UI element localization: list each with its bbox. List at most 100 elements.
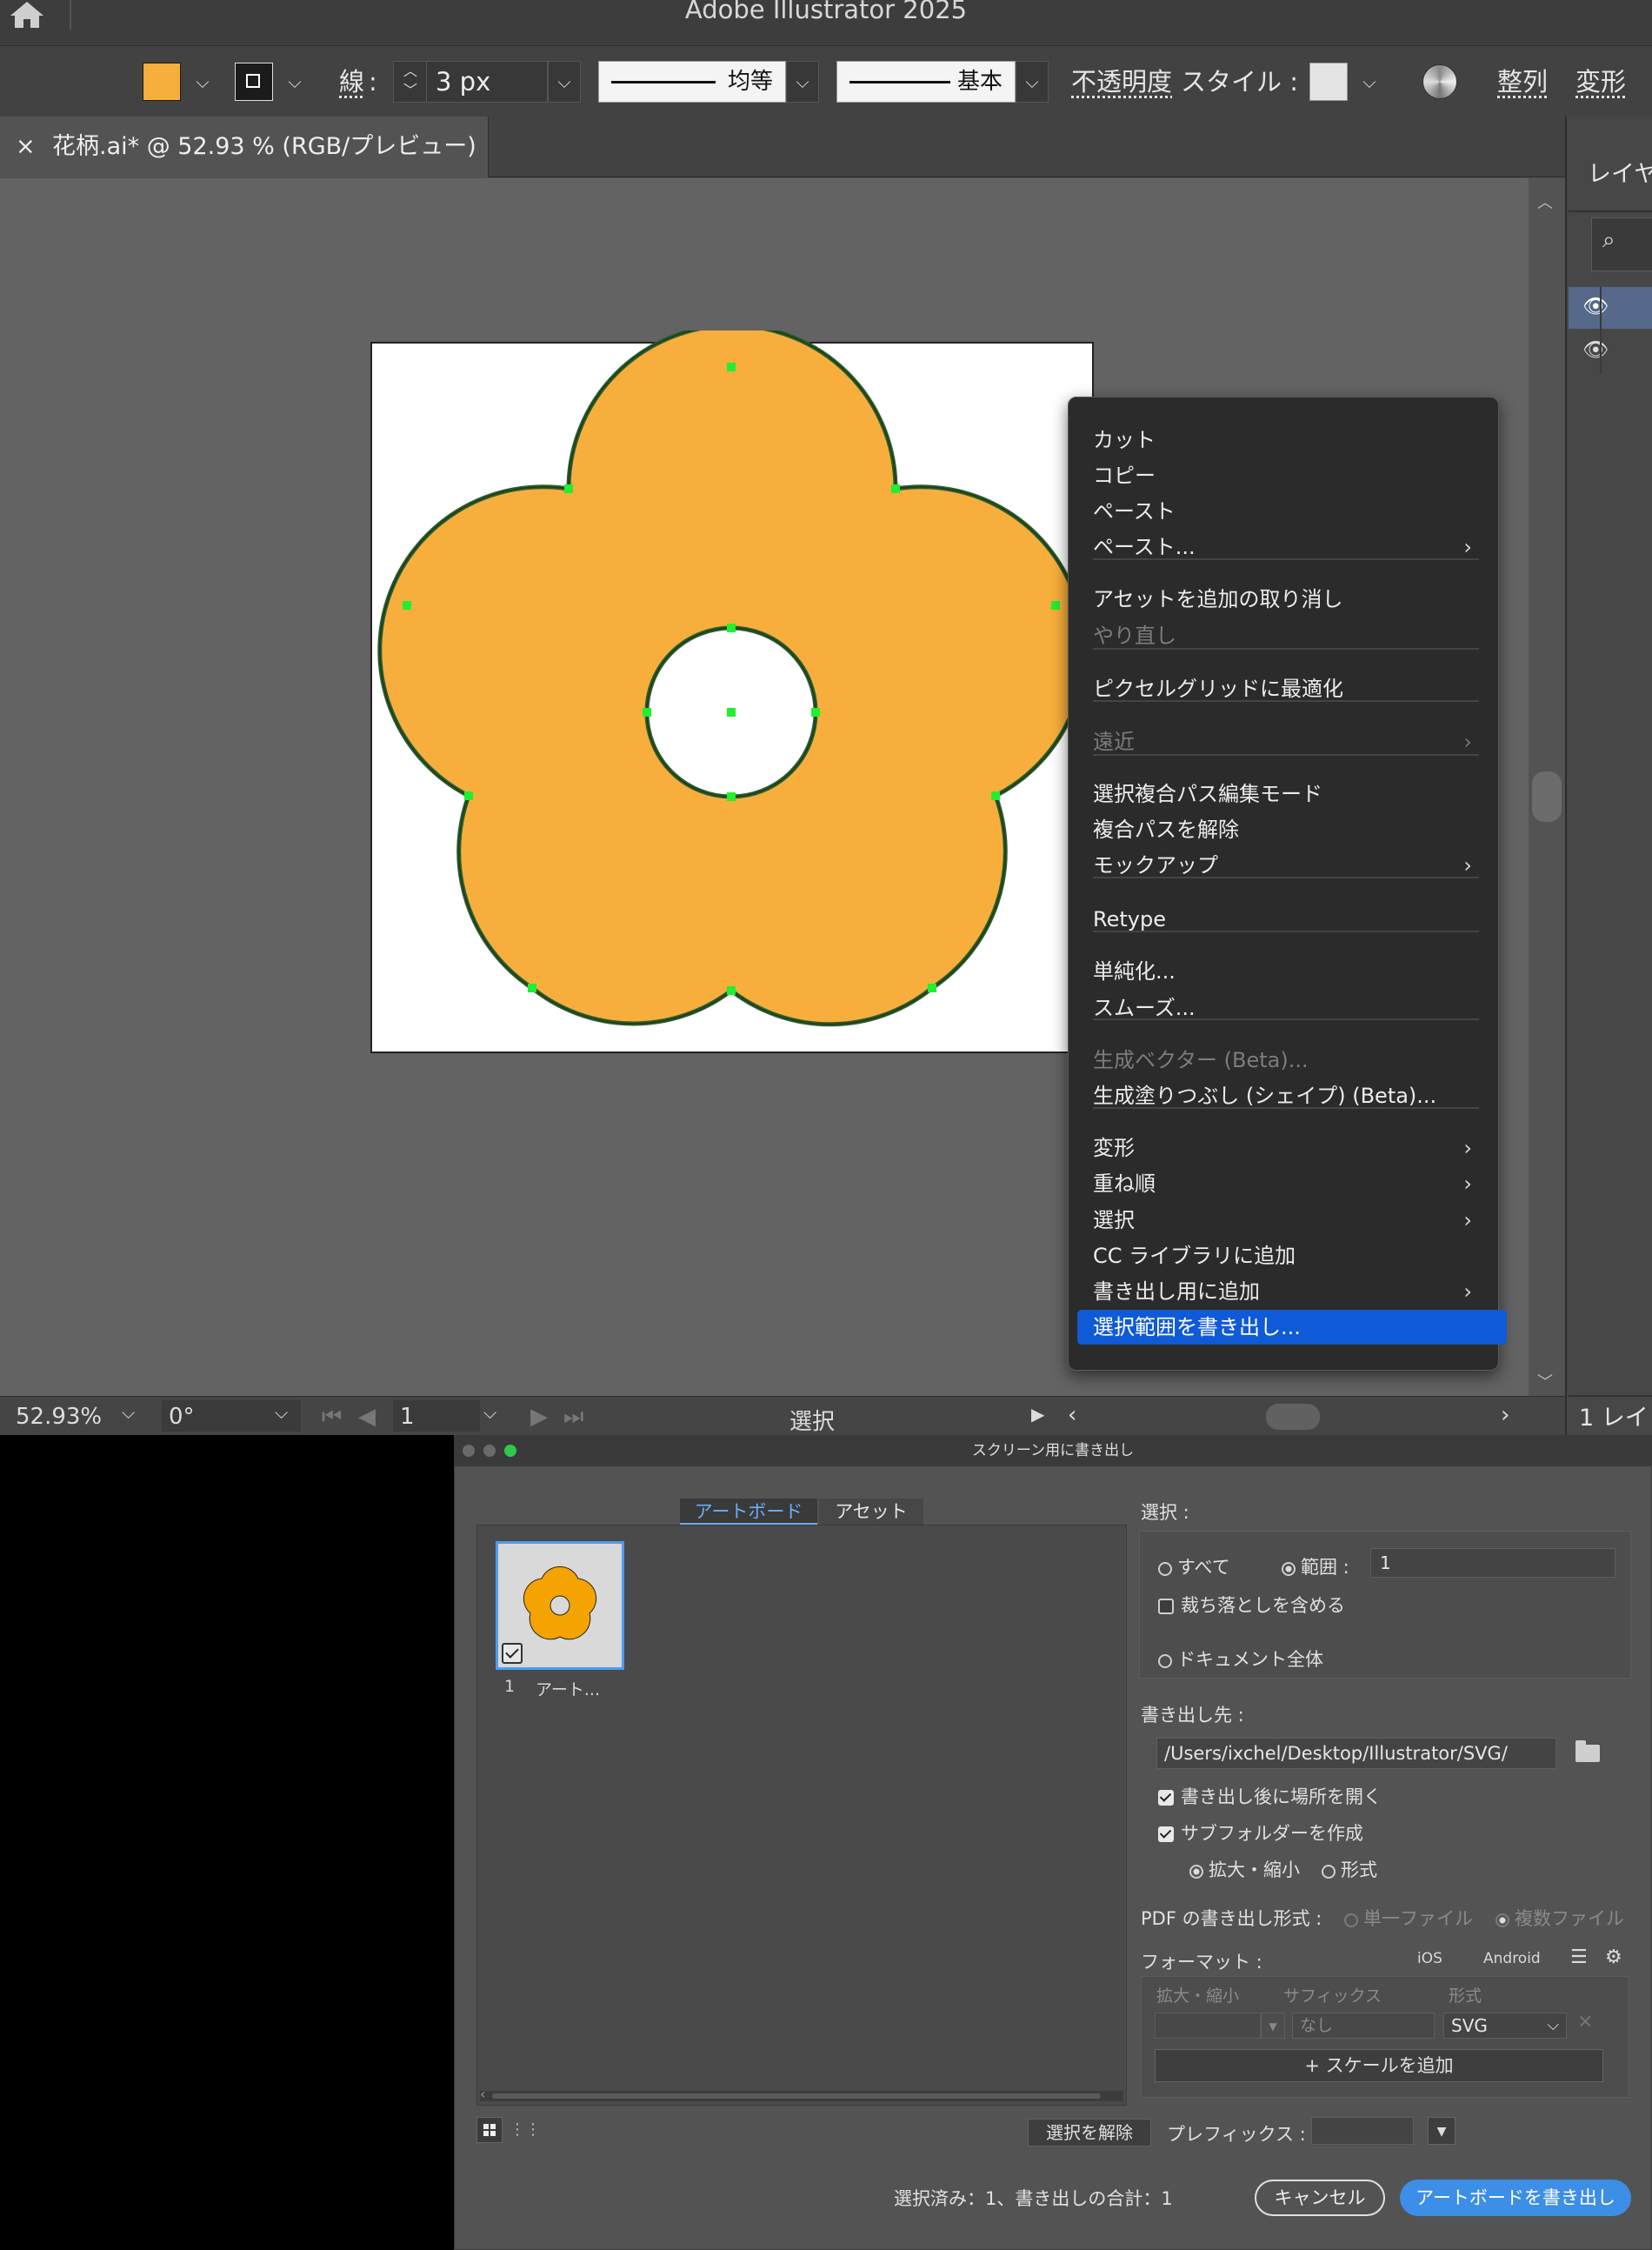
zoom-window-button[interactable]	[504, 1445, 516, 1457]
menu-item[interactable]: ペースト	[1093, 494, 1493, 529]
tab-assets[interactable]: アセット	[819, 1499, 923, 1525]
menu-item[interactable]: 書き出し用に追加 ›	[1093, 1274, 1493, 1309]
zoom-level[interactable]: 52.93%	[16, 1404, 102, 1430]
anchor-point[interactable]	[727, 986, 736, 995]
cancel-button[interactable]: キャンセル	[1255, 2180, 1385, 2216]
deselect-button[interactable]: 選択を解除	[1028, 2119, 1151, 2147]
visibility-eye-icon[interactable]: 👁	[1582, 337, 1609, 362]
scale-radio[interactable]: 拡大・縮小	[1189, 1856, 1300, 1882]
anchor-point[interactable]	[991, 791, 1000, 800]
home-icon[interactable]	[7, 0, 47, 30]
menu-item[interactable]: 選択範囲を書き出し...	[1077, 1310, 1507, 1345]
layer-row[interactable]: 👁	[1569, 330, 1652, 372]
menu-item[interactable]: スムーズ...	[1093, 991, 1493, 1025]
menu-item[interactable]: 重ね順 ›	[1093, 1166, 1493, 1201]
tab-artboards[interactable]: アートボード	[680, 1499, 817, 1525]
list-horizontal-scrollbar[interactable]: ‹	[480, 2086, 1123, 2102]
brush-dropdown[interactable]: ⌵	[1016, 61, 1049, 103]
open-location-checkbox[interactable]: 書き出し後に場所を開く	[1158, 1783, 1382, 1809]
anchor-point[interactable]	[891, 484, 900, 493]
menu-item[interactable]: コピー	[1093, 458, 1493, 493]
layers-panel-title[interactable]: レイヤ	[1588, 155, 1652, 189]
suffix-input[interactable]: なし	[1292, 2013, 1435, 2039]
stroke-weight-stepper[interactable]: ︿ ﹀	[393, 61, 428, 103]
profile-dropdown[interactable]: ⌵	[786, 61, 819, 103]
add-scale-button[interactable]: + スケールを追加	[1155, 2049, 1603, 2082]
remove-scale-icon[interactable]: ×	[1577, 2011, 1593, 2033]
list-view-icon[interactable]: ⋮⋮	[510, 2117, 541, 2143]
anchor-point[interactable]	[727, 624, 736, 632]
anchor-point[interactable]	[464, 791, 473, 800]
stroke-weight-dropdown[interactable]: ⌵	[548, 61, 581, 103]
last-artboard-icon[interactable]: ⏭	[563, 1404, 583, 1431]
menu-item[interactable]: カット	[1093, 423, 1493, 457]
vertical-scrollbar[interactable]: ︿ ﹀	[1529, 178, 1565, 1396]
minimize-window-button[interactable]	[483, 1445, 496, 1457]
menu-item[interactable]: 複合パスを解除	[1093, 812, 1493, 847]
brush-definition[interactable]: 基本	[836, 61, 1016, 103]
anchor-point[interactable]	[811, 708, 820, 717]
anchor-point[interactable]	[727, 792, 736, 801]
anchor-point[interactable]	[1051, 601, 1060, 610]
anchor-point[interactable]	[928, 984, 936, 992]
anchor-point[interactable]	[643, 708, 651, 717]
horizontal-scroll-thumb[interactable]	[1266, 1404, 1320, 1430]
single-file-radio[interactable]: 単一ファイル	[1344, 1905, 1473, 1931]
menu-item[interactable]: アセットを追加の取り消し	[1093, 582, 1493, 617]
artboard-dropdown-icon[interactable]: ⌵	[483, 1402, 496, 1423]
close-window-button[interactable]	[463, 1445, 475, 1457]
close-tab-icon[interactable]: ×	[16, 117, 36, 177]
document-tab[interactable]: × 花柄.ai* @ 52.93 % (RGB/プレビュー)	[0, 117, 489, 177]
menu-item[interactable]: 単純化...	[1093, 954, 1493, 989]
format-radio[interactable]: 形式	[1322, 1856, 1377, 1882]
stroke-dropdown-icon[interactable]: ⌵	[282, 63, 308, 101]
style-dropdown-icon[interactable]: ⌵	[1356, 63, 1382, 101]
anchor-point[interactable]	[528, 984, 536, 992]
artboard-thumbnail[interactable]	[496, 1541, 624, 1670]
menu-item[interactable]: CC ライブラリに追加	[1093, 1239, 1493, 1273]
stroke-label[interactable]: 線	[339, 63, 364, 101]
align-link[interactable]: 整列	[1497, 63, 1548, 101]
flower-compound-path[interactable]	[377, 330, 1087, 1027]
prev-artboard-icon[interactable]: ◀	[358, 1404, 376, 1430]
menu-item[interactable]: 生成塗りつぶし (シェイプ) (Beta)...	[1093, 1078, 1493, 1113]
list-menu-icon[interactable]: ☰	[1570, 1946, 1588, 1968]
layer-row-selected[interactable]: 👁	[1569, 287, 1652, 329]
export-artboard-button[interactable]: アートボードを書き出し	[1400, 2180, 1631, 2216]
menu-item[interactable]: 選択複合パス編集モード	[1093, 777, 1493, 811]
whole-document-radio[interactable]: ドキュメント全体	[1158, 1646, 1323, 1672]
android-preset[interactable]: Android	[1483, 1950, 1541, 1967]
grid-view-icon[interactable]	[476, 2117, 503, 2143]
status-menu-icon[interactable]: ▶	[1031, 1404, 1044, 1425]
opacity-label[interactable]: 不透明度	[1071, 63, 1172, 101]
scroll-down-icon[interactable]: ﹀	[1537, 1370, 1553, 1392]
anchor-point[interactable]	[727, 708, 736, 717]
subfolder-checkbox[interactable]: サブフォルダーを作成	[1158, 1819, 1363, 1846]
scroll-right-icon[interactable]: ›	[1501, 1402, 1509, 1428]
scale-dropdown-icon[interactable]: ▼	[1261, 2013, 1285, 2039]
graphic-style-swatch[interactable]	[1309, 63, 1348, 101]
gear-icon[interactable]: ⚙	[1605, 1946, 1622, 1968]
menu-item[interactable]: モックアップ ›	[1093, 848, 1493, 883]
fill-swatch[interactable]	[143, 63, 181, 101]
visibility-eye-icon[interactable]: 👁	[1582, 294, 1609, 318]
current-tool[interactable]: 選択	[789, 1404, 835, 1436]
anchor-point[interactable]	[564, 484, 573, 493]
scale-select[interactable]	[1155, 2013, 1261, 2039]
anchor-point[interactable]	[403, 601, 411, 610]
stroke-swatch[interactable]	[235, 63, 273, 101]
menu-item[interactable]: ピクセルグリッドに最適化	[1093, 671, 1493, 706]
multi-file-radio[interactable]: 複数ファイル	[1495, 1905, 1624, 1931]
zoom-dropdown-icon[interactable]: ⌵	[122, 1402, 135, 1423]
folder-icon[interactable]	[1575, 1740, 1600, 1762]
all-radio[interactable]: すべて	[1158, 1553, 1230, 1579]
rotation-dropdown-icon[interactable]: ⌵	[275, 1402, 288, 1423]
next-artboard-icon[interactable]: ▶	[530, 1404, 548, 1430]
scroll-up-icon[interactable]: ︿	[1537, 190, 1553, 213]
export-path-input[interactable]: /Users/ixchel/Desktop/Illustrator/SVG/	[1156, 1738, 1556, 1769]
scroll-thumb[interactable]	[1532, 771, 1562, 822]
fill-dropdown-icon[interactable]: ⌵	[190, 63, 216, 101]
bleed-checkbox[interactable]: 裁ち落としを含める	[1158, 1592, 1345, 1618]
flower-artwork[interactable]	[365, 330, 1096, 1044]
layers-search-field[interactable]: ⌕	[1591, 217, 1652, 271]
